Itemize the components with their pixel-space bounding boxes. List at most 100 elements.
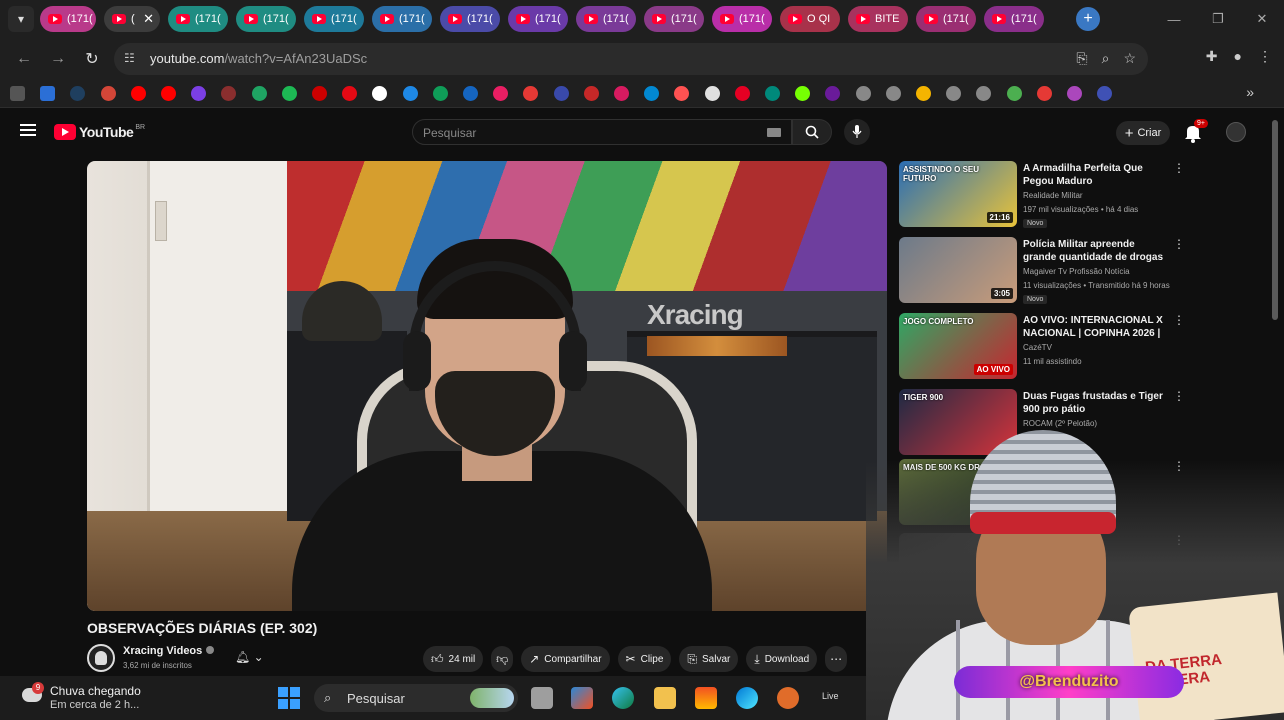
create-button[interactable]: + Criar bbox=[1116, 121, 1170, 145]
bookmark-favicon-icon[interactable] bbox=[221, 86, 237, 101]
back-icon[interactable]: ← bbox=[12, 47, 36, 71]
extensions-icon[interactable]: ✚ bbox=[1206, 48, 1218, 65]
app-paw-icon[interactable] bbox=[777, 687, 799, 709]
more-actions-button[interactable]: ⋯ bbox=[825, 646, 848, 672]
browser-tab[interactable]: (171( bbox=[236, 6, 296, 32]
bookmark-favicon-icon[interactable] bbox=[463, 86, 478, 101]
browser-tab[interactable]: (171( bbox=[644, 6, 704, 32]
bookmark-favicon-icon[interactable] bbox=[946, 86, 962, 101]
start-button[interactable] bbox=[278, 687, 300, 709]
browser-tab[interactable]: (✕ bbox=[104, 6, 160, 32]
more-options-icon[interactable]: ⋮ bbox=[1173, 237, 1185, 251]
task-view-icon[interactable] bbox=[531, 687, 553, 709]
browser-menu-icon[interactable]: ⋮ bbox=[1258, 48, 1272, 65]
bookmark-favicon-icon[interactable] bbox=[1097, 86, 1113, 101]
bookmark-favicon-icon[interactable] bbox=[312, 86, 327, 101]
video-thumbnail[interactable]: ASSISTINDO O SEU FUTURO 21:16 bbox=[899, 161, 1017, 227]
account-avatar[interactable] bbox=[1226, 122, 1246, 142]
save-button[interactable]: ⎘ Salvar bbox=[679, 646, 739, 672]
recommended-video[interactable]: 3:05 Polícia Militar apreende grande quan… bbox=[899, 237, 1189, 307]
bookmark-favicon-icon[interactable] bbox=[523, 86, 539, 101]
share-button[interactable]: ↗ Compartilhar bbox=[521, 646, 610, 672]
bookmark-favicon-icon[interactable] bbox=[372, 86, 388, 101]
bookmark-favicon-icon[interactable] bbox=[1036, 86, 1052, 101]
browser-tab[interactable]: (171( bbox=[40, 6, 96, 32]
bookmark-favicon-icon[interactable] bbox=[734, 86, 750, 101]
live-app-label[interactable]: Live bbox=[822, 691, 839, 701]
channel-name[interactable]: Xracing Videos bbox=[123, 645, 215, 657]
more-bookmarks-icon[interactable]: » bbox=[1246, 84, 1254, 100]
browser-tab[interactable]: (171( bbox=[304, 6, 364, 32]
bookmark-favicon-icon[interactable] bbox=[161, 86, 176, 101]
bookmark-favicon-icon[interactable] bbox=[885, 86, 901, 101]
channel-avatar[interactable] bbox=[87, 644, 115, 672]
bookmark-favicon-icon[interactable] bbox=[40, 86, 56, 101]
bookmark-favicon-icon[interactable] bbox=[191, 86, 207, 101]
bookmark-star-icon[interactable]: ☆ bbox=[1123, 50, 1136, 67]
bookmark-favicon-icon[interactable] bbox=[402, 86, 418, 101]
zoom-icon[interactable]: ⌕ bbox=[1102, 50, 1110, 67]
dislike-button[interactable]: 👎︎ bbox=[491, 646, 514, 672]
site-settings-icon[interactable]: ☷ bbox=[124, 51, 140, 67]
browser-tab[interactable]: (171( bbox=[984, 6, 1044, 32]
video-player[interactable]: Xracing bbox=[87, 161, 887, 611]
browser-tab[interactable]: O QI bbox=[780, 6, 840, 32]
tab-search-button[interactable]: ▾ bbox=[8, 6, 34, 32]
browser-tab[interactable]: BITE bbox=[848, 6, 908, 32]
bookmark-favicon-icon[interactable] bbox=[583, 86, 599, 101]
page-scrollbar[interactable] bbox=[1272, 120, 1278, 320]
recommended-video[interactable]: ASSISTINDO O SEU FUTURO 21:16 A Armadilha … bbox=[899, 161, 1189, 231]
bookmark-favicon-icon[interactable] bbox=[100, 86, 116, 101]
bookmark-favicon-icon[interactable] bbox=[281, 86, 297, 101]
store-icon[interactable] bbox=[695, 687, 717, 709]
download-button[interactable]: ⤓ Download bbox=[746, 646, 818, 672]
weather-subtitle[interactable]: Em cerca de 2 h... bbox=[50, 699, 139, 711]
copilot-icon[interactable] bbox=[571, 687, 593, 709]
video-thumbnail[interactable]: JOGO COMPLETO AO VIVO bbox=[899, 313, 1017, 379]
browser-tab[interactable]: (171( bbox=[168, 6, 228, 32]
browser-tab[interactable]: (171( bbox=[576, 6, 636, 32]
taskbar-search[interactable]: ⌕ Pesquisar bbox=[314, 684, 518, 712]
close-tab-icon[interactable]: ✕ bbox=[143, 11, 154, 27]
bookmark-favicon-icon[interactable] bbox=[70, 86, 86, 101]
recommended-title[interactable]: Polícia Militar apreende grande quantida… bbox=[1023, 238, 1167, 264]
bookmark-favicon-icon[interactable] bbox=[251, 86, 267, 101]
more-options-icon[interactable]: ⋮ bbox=[1173, 313, 1185, 327]
bookmark-favicon-icon[interactable] bbox=[855, 86, 871, 101]
bookmark-favicon-icon[interactable] bbox=[10, 86, 25, 101]
keyboard-icon[interactable] bbox=[767, 128, 781, 137]
browser-tab[interactable]: (171( bbox=[712, 6, 772, 32]
close-window-icon[interactable]: ✕ bbox=[1240, 0, 1284, 38]
bookmark-favicon-icon[interactable] bbox=[1006, 86, 1022, 101]
bookmark-favicon-icon[interactable] bbox=[553, 86, 569, 101]
address-bar[interactable]: ☷ youtube.com/watch?v=AfAn23UaDSc ⎘ ⌕ ☆ bbox=[114, 43, 1148, 75]
bookmark-favicon-icon[interactable] bbox=[765, 86, 780, 101]
forward-icon[interactable]: → bbox=[46, 47, 70, 71]
new-tab-button[interactable]: + bbox=[1076, 7, 1100, 31]
bookmark-favicon-icon[interactable] bbox=[674, 86, 690, 101]
file-explorer-icon[interactable] bbox=[654, 687, 676, 709]
video-thumbnail[interactable]: 3:05 bbox=[899, 237, 1017, 303]
search-button[interactable] bbox=[792, 119, 832, 145]
more-options-icon[interactable]: ⋮ bbox=[1173, 161, 1185, 175]
browser-tab[interactable]: (171( bbox=[508, 6, 568, 32]
guide-menu-icon[interactable] bbox=[20, 124, 36, 136]
bookmark-favicon-icon[interactable] bbox=[1067, 86, 1082, 101]
bookmark-favicon-icon[interactable] bbox=[916, 86, 931, 101]
minimize-icon[interactable]: — bbox=[1152, 0, 1196, 38]
bookmark-favicon-icon[interactable] bbox=[432, 86, 448, 101]
bookmark-favicon-icon[interactable] bbox=[976, 86, 992, 101]
bookmark-favicon-icon[interactable] bbox=[704, 86, 720, 101]
browser-app-icon[interactable] bbox=[736, 687, 758, 709]
bookmark-favicon-icon[interactable] bbox=[493, 86, 509, 101]
recommended-title[interactable]: AO VIVO: INTERNACIONAL X NACIONAL | COPI… bbox=[1023, 314, 1167, 340]
subscription-bell-button[interactable]: 🔔︎ ⌄ bbox=[235, 650, 264, 664]
recommended-title[interactable]: A Armadilha Perfeita Que Pegou Maduro bbox=[1023, 162, 1167, 188]
bookmark-favicon-icon[interactable] bbox=[614, 86, 629, 101]
restore-icon[interactable]: ❐ bbox=[1196, 0, 1240, 38]
bookmark-favicon-icon[interactable] bbox=[342, 86, 358, 101]
url-text[interactable]: youtube.com/watch?v=AfAn23UaDSc bbox=[150, 51, 367, 66]
browser-tab[interactable]: (171( bbox=[916, 6, 976, 32]
bookmark-favicon-icon[interactable] bbox=[795, 86, 811, 101]
youtube-logo[interactable]: YouTube BR bbox=[54, 124, 145, 140]
